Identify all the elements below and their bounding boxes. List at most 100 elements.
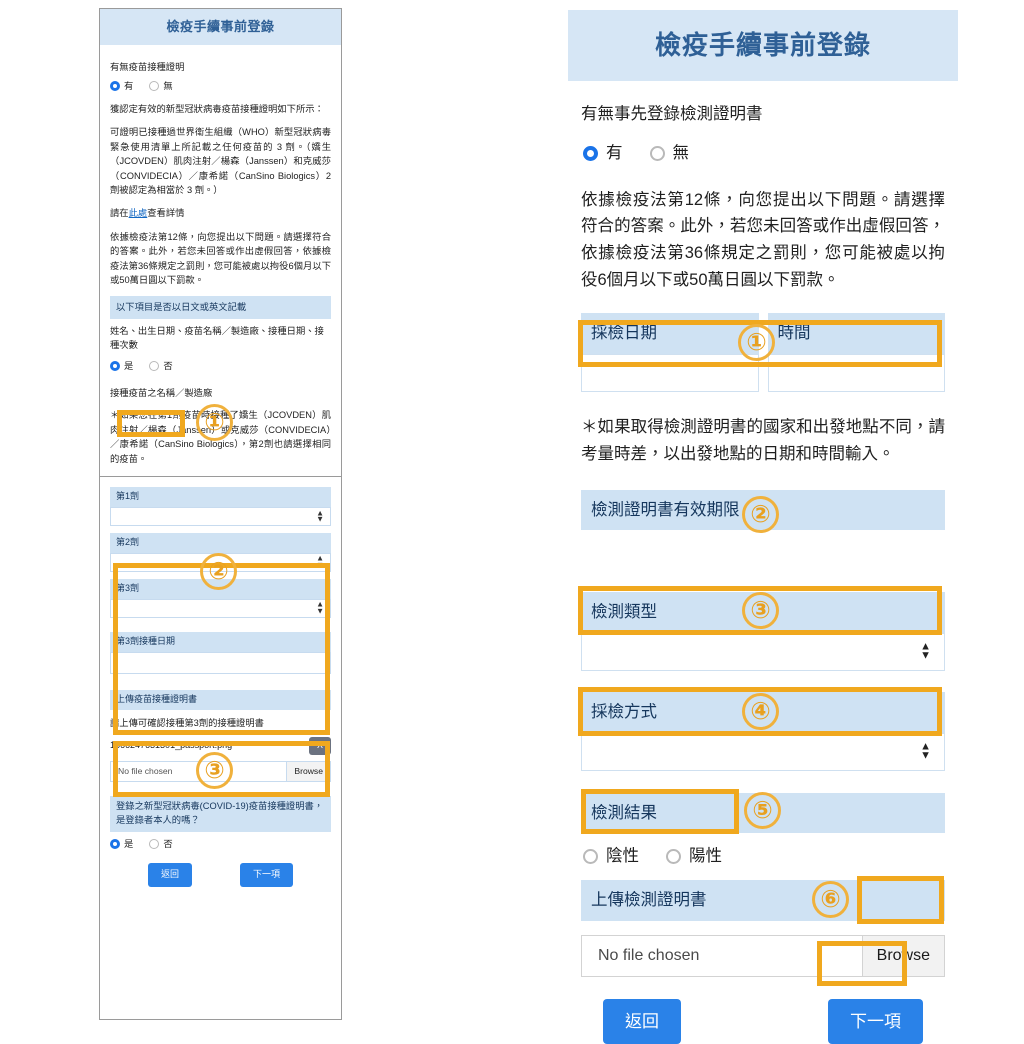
right-page-title: 檢疫手續事前登錄 [568,10,958,82]
radio-unselected-icon[interactable] [149,360,160,371]
right-test-cert-yes-label: 有 [606,143,623,162]
screenshot-stage: 檢疫手續事前登錄 有無疫苗接種證明 有 無 獲認定有效的新型冠狀病毒疫苗接種證明… [0,0,1024,1044]
left-required-fields-label: 姓名、出生日期、疫苗名稱／製造廠、接種日期、接種次數 [110,325,324,351]
chevron-updown-icon: ▲ ▼ [920,740,931,762]
left-language-band: 以下項目是否以日文或英文記載 [110,296,331,319]
radio-unselected-icon[interactable] [666,849,681,865]
left-valid-cert-detail: 可證明已接種過世界衛生組織（WHO）新型冠狀病毒緊急使用清單上所記載之任何疫苗的… [110,127,331,195]
chevron-updown-icon: ▲ ▼ [316,508,324,524]
radio-unselected-icon[interactable] [583,849,598,865]
left-dose1-group: 第1劑 ▲ ▼ [110,487,331,527]
left-next-button[interactable]: 下一項 [240,863,294,888]
right-timezone-note: ＊如果取得檢測證明書的國家和出發地點不同，請考量時差，以出發地點的日期和時間輸入… [581,418,945,463]
right-test-cert-yes-option[interactable]: 有 [583,140,623,167]
left-page-title: 檢疫手續事前登錄 [100,9,341,46]
left-marker-1: ① [196,404,233,441]
left-owner-band: 登錄之新型冠狀病毒(COVID-19)疫苗接種證明書，是登錄者本人的嗎？ [110,796,331,833]
left-dose2-label: 第2劑 [110,533,331,553]
right-test-cert-no-option[interactable]: 無 [649,140,690,167]
left-language-radio-group[interactable]: 是 否 [110,359,331,373]
remove-file-button[interactable]: X [309,737,331,756]
right-file-placeholder: No file chosen [598,946,700,964]
right-result-positive-option[interactable]: 陽性 [666,843,722,870]
left-button-row: 返回 下一項 [110,863,331,888]
chevron-updown-icon: ▲ ▼ [316,600,324,616]
right-result-positive-label: 陽性 [689,847,722,866]
right-button-row: 返回 下一項 [581,998,945,1044]
right-marker-3: ③ [742,592,779,629]
radio-selected-icon[interactable] [110,80,120,91]
left-vaccine-cert-yes-option[interactable]: 有 [110,79,133,93]
left-dose1-label: 第1劑 [110,487,331,508]
right-marker-2: ② [742,496,779,533]
right-test-cert-radio-group[interactable]: 有 無 [581,134,945,173]
left-browse-button[interactable]: Browse [286,762,330,782]
left-vaccine-cert-radio-group[interactable]: 有 無 [110,79,331,93]
left-language-yes-option[interactable]: 是 [110,359,133,373]
left-dose3-date-input[interactable] [110,651,331,674]
left-dose3-date-group: 第3劑接種日期 [110,631,331,674]
left-panel-section-two: 第1劑 ▲ ▼ 第2劑 ▲ ▼ 第3劑 ▲ ▼ 第3劑接種日期 上傳疫苗接種證明… [100,477,341,888]
right-test-type-select[interactable]: ▲ ▼ [581,633,945,672]
right-sample-date-label: 採檢日期 [581,313,759,355]
left-dose1-select[interactable]: ▲ ▼ [110,507,331,527]
right-result-radio-group[interactable]: 陰性 陽性 [581,833,945,880]
right-time-label: 時間 [767,313,945,355]
left-dose3-date-label: 第3劑接種日期 [110,631,331,652]
left-upload-hint: 請上傳可確認接種第3劑的接種證明書 [110,717,264,728]
left-valid-cert-intro: 獲認定有效的新型冠狀病毒疫苗接種證明如下所示： [110,103,324,114]
chevron-updown-icon: ▲ ▼ [920,640,931,663]
radio-selected-icon[interactable] [110,360,120,371]
right-quarantine-law-notice: 依據檢疫法第12條，向您提出以下問題。請選擇符合的答案。此外，若您未回答或作出虛… [581,190,945,289]
left-owner-yes-option[interactable]: 是 [110,837,133,851]
radio-selected-icon[interactable] [110,839,120,850]
right-sample-method-select[interactable]: ▲ ▼ [581,732,945,771]
right-upload-band: 上傳檢測證明書 [581,880,945,921]
right-validity-input-area[interactable] [581,530,945,592]
left-form-panel: 檢疫手續事前登錄 有無疫苗接種證明 有 無 獲認定有效的新型冠狀病毒疫苗接種證明… [99,8,342,1020]
left-marker-2: ② [200,553,237,590]
right-file-picker[interactable]: No file chosen Browse [581,934,945,977]
left-language-no-option[interactable]: 否 [149,359,173,373]
left-vaccine-cert-yes-label: 有 [124,80,134,91]
left-language-yes-label: 是 [124,360,134,371]
left-language-no-label: 否 [163,360,173,371]
right-marker-4: ④ [742,693,779,730]
left-owner-radio-group[interactable]: 是 否 [110,837,331,851]
right-back-button[interactable]: 返回 [603,998,681,1044]
left-owner-no-option[interactable]: 否 [149,837,173,851]
left-owner-no-label: 否 [163,839,173,850]
left-vaccine-cert-question-label: 有無疫苗接種證明 [110,62,185,73]
left-link-prefix: 請在 [110,208,129,219]
left-dose3-select[interactable]: ▲ ▼ [110,598,331,618]
chevron-updown-icon: ▲ ▼ [316,554,324,570]
right-sample-datetime-inputs [581,354,945,393]
left-upload-band: 上傳疫苗接種證明書 [110,689,331,710]
right-result-negative-option[interactable]: 陰性 [583,843,639,870]
left-details-link[interactable]: 此處 [129,208,148,218]
right-next-button[interactable]: 下一項 [828,998,923,1044]
left-owner-yes-label: 是 [124,839,134,850]
radio-unselected-icon[interactable] [649,145,665,161]
left-back-button[interactable]: 返回 [147,863,192,888]
right-marker-6: ⑥ [812,881,849,918]
left-vaccine-cert-no-label: 無 [163,80,173,91]
right-test-cert-question-label: 有無事先登錄檢測證明書 [581,105,763,124]
right-browse-button[interactable]: Browse [861,935,944,976]
radio-selected-icon[interactable] [583,145,598,161]
left-details-link-line: 請在此處查看詳情 [110,206,331,220]
left-marker-3: ③ [196,752,233,789]
left-vaccine-name-label: 接種疫苗之名稱／製造廠 [110,388,213,399]
left-quarantine-law-notice: 依據檢疫法第12條，向您提出以下問題。請選擇符合的答案。此外，若您未回答或作出虛… [110,231,331,286]
left-link-suffix: 查看詳情 [147,208,185,219]
radio-unselected-icon[interactable] [149,839,160,850]
right-panel-body: 有無事先登錄檢測證明書 有 無 依據檢疫法第12條，向您提出以下問題。請選擇符合… [568,101,958,1044]
left-vaccine-cert-no-option[interactable]: 無 [149,79,173,93]
right-result-negative-label: 陰性 [606,847,639,866]
radio-unselected-icon[interactable] [149,80,160,91]
right-marker-5: ⑤ [744,792,781,829]
right-time-input[interactable] [767,354,945,393]
right-test-cert-no-label: 無 [672,143,690,162]
right-sample-date-input[interactable] [581,354,759,393]
right-marker-1: ① [738,324,775,361]
